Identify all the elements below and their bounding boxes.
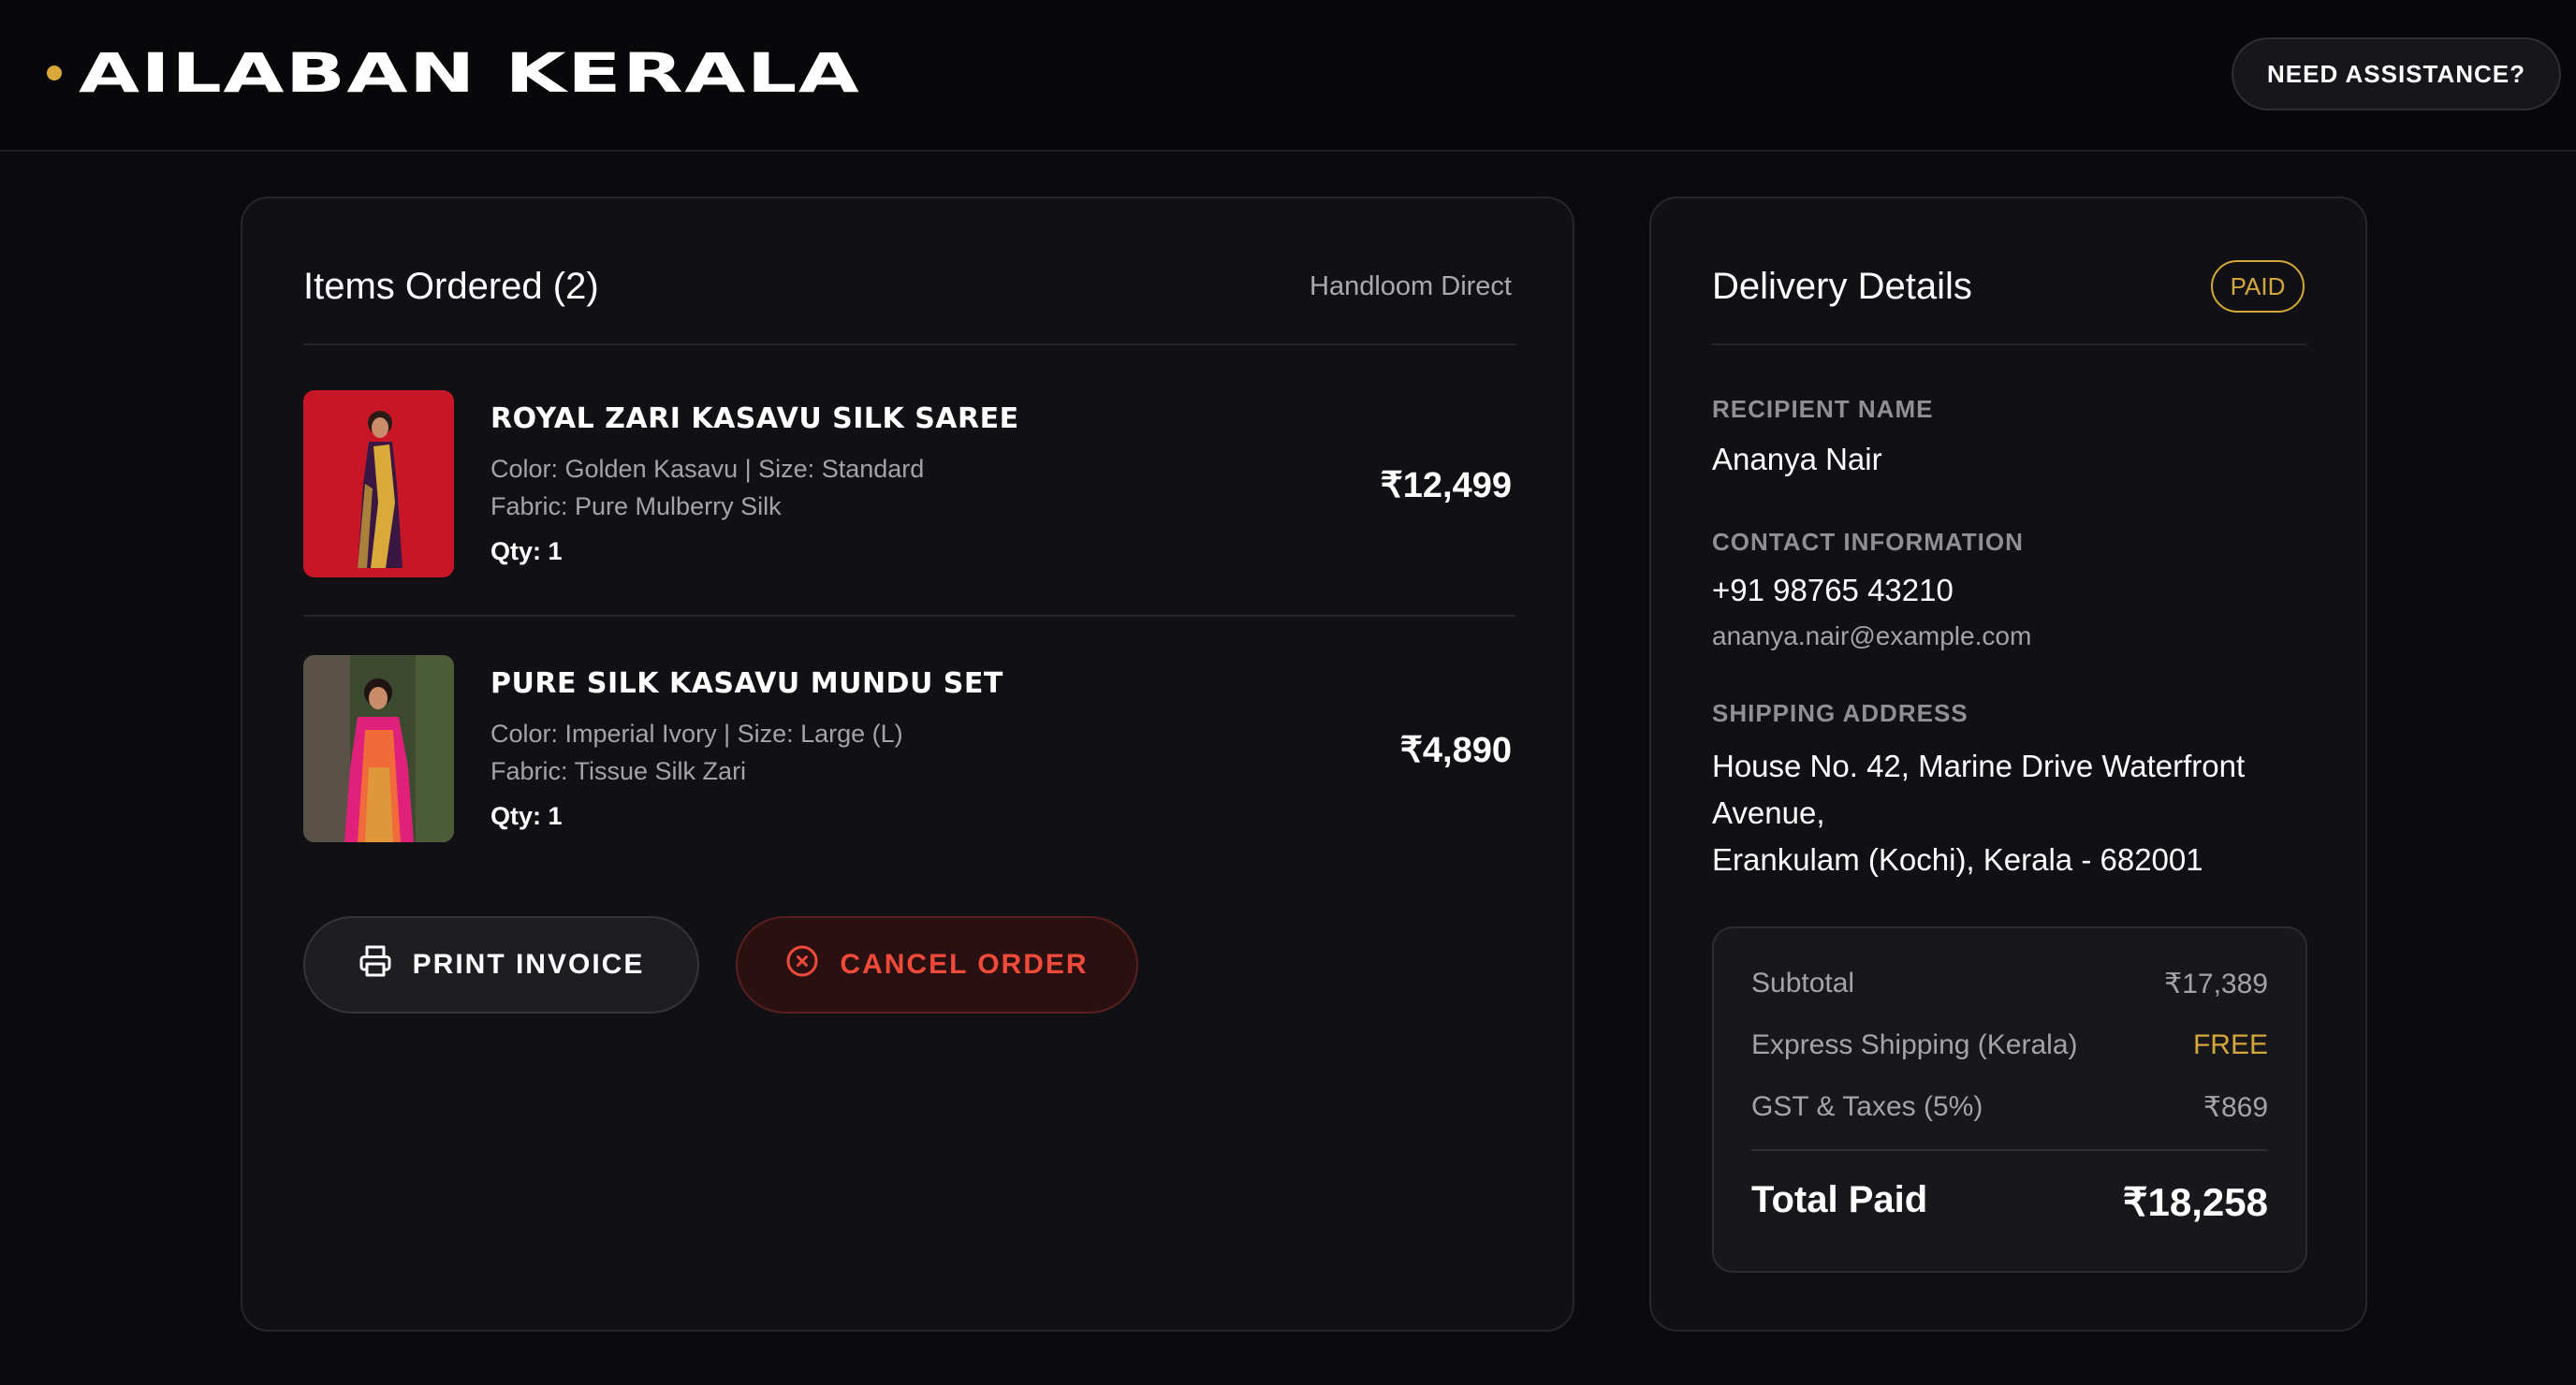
vendor-label: Handloom Direct — [1310, 271, 1512, 301]
summary-divider — [1751, 1149, 2268, 1151]
subtotal-value: ₹17,389 — [2164, 969, 2268, 999]
item-name[interactable]: PURE SILK KASAVU MUNDU SET — [490, 667, 1003, 700]
cancel-circle-icon — [785, 944, 819, 985]
shipping-value: FREE — [2192, 1029, 2268, 1060]
need-assistance-button[interactable]: NEED ASSISTANCE? — [2232, 37, 2561, 110]
item-color-size: Color: Golden Kasavu | Size: Standard — [490, 455, 925, 483]
cancel-order-label: CANCEL ORDER — [840, 949, 1089, 980]
order-summary-box: Subtotal ₹17,389 Express Shipping (Keral… — [1712, 926, 2307, 1273]
payment-status-badge: PAID — [2211, 260, 2305, 313]
delivery-details-card: Delivery Details PAID RECIPIENT NAME Ana… — [1649, 197, 2367, 1332]
print-invoice-button[interactable]: PRINT INVOICE — [303, 916, 699, 1013]
print-invoice-label: PRINT INVOICE — [412, 949, 645, 980]
item-name[interactable]: ROYAL ZARI KASAVU SILK SAREE — [490, 402, 1019, 435]
recipient-name-label: RECIPIENT NAME — [1712, 395, 1934, 423]
brand-logo[interactable]: AILABAN KERALA — [79, 41, 860, 105]
shipping-label: Express Shipping (Kerala) — [1751, 1029, 2078, 1060]
top-header: AILABAN KERALA NEED ASSISTANCE? — [0, 0, 2576, 152]
items-divider — [303, 615, 1515, 617]
delivery-details-title: Delivery Details — [1712, 266, 1972, 307]
item-price: ₹4,890 — [1399, 731, 1512, 770]
tax-label: GST & Taxes (5%) — [1751, 1091, 1983, 1122]
shipping-address-label: SHIPPING ADDRESS — [1712, 699, 1969, 727]
mundu-product-image[interactable] — [303, 655, 454, 842]
items-ordered-title: Items Ordered (2) — [303, 266, 599, 307]
shipping-address-line1: House No. 42, Marine Drive Waterfront Av… — [1712, 749, 2246, 830]
item-fabric: Fabric: Pure Mulberry Silk — [490, 492, 782, 520]
total-paid-value: ₹18,258 — [2122, 1180, 2268, 1224]
item-quantity: Qty: 1 — [490, 537, 563, 565]
total-paid-label: Total Paid — [1751, 1179, 1928, 1220]
item-quantity: Qty: 1 — [490, 802, 563, 830]
contact-info-label: CONTACT INFORMATION — [1712, 528, 2024, 556]
tax-value: ₹869 — [2203, 1092, 2268, 1123]
printer-icon — [359, 944, 392, 985]
shipping-address-line2: Erankulam (Kochi), Kerala - 682001 — [1712, 842, 2203, 877]
items-ordered-card: Items Ordered (2) Handloom Direct ROYAL … — [241, 197, 1574, 1332]
subtotal-label: Subtotal — [1751, 968, 1855, 999]
saree-product-image[interactable] — [303, 390, 454, 577]
recipient-name: Ananya Nair — [1712, 442, 1882, 476]
brand-dot-icon — [47, 66, 62, 80]
contact-email[interactable]: ananya.nair@example.com — [1712, 621, 2031, 651]
item-color-size: Color: Imperial Ivory | Size: Large (L) — [490, 720, 903, 748]
item-price: ₹12,499 — [1380, 466, 1512, 505]
items-header-divider — [303, 343, 1515, 345]
contact-phone[interactable]: +91 98765 43210 — [1712, 573, 1954, 608]
cancel-order-button[interactable]: CANCEL ORDER — [736, 916, 1138, 1013]
delivery-header-divider — [1712, 343, 2307, 345]
item-fabric: Fabric: Tissue Silk Zari — [490, 757, 747, 785]
